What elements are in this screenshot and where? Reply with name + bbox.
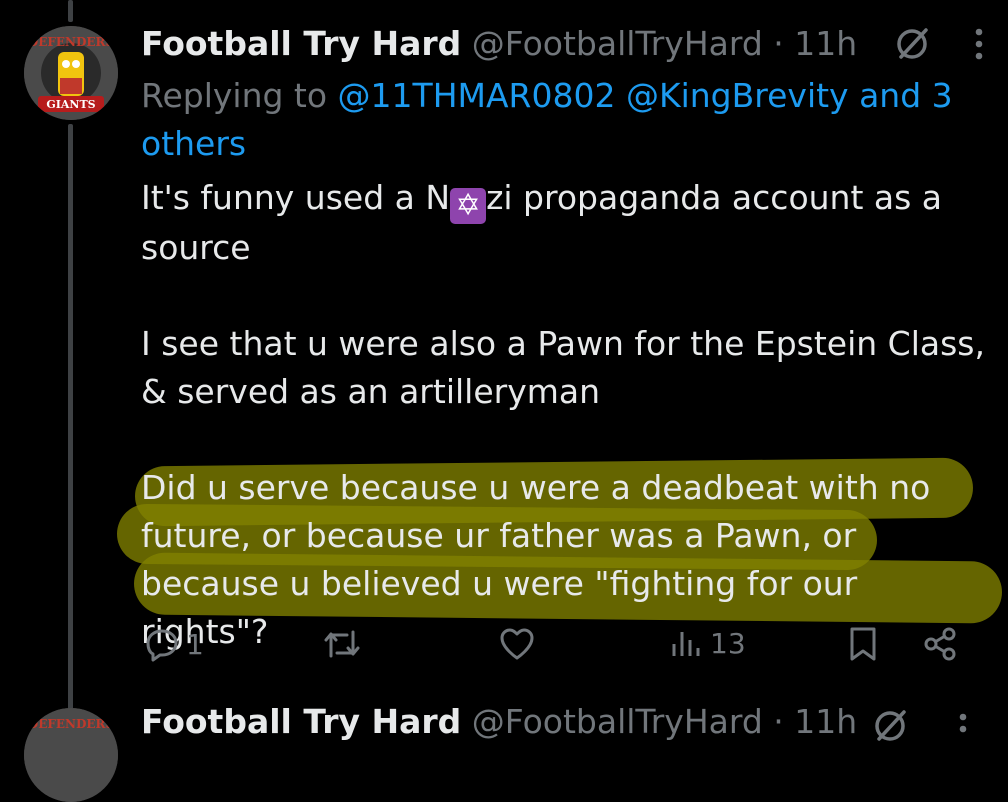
next-slashed-circle-icon[interactable] xyxy=(872,708,908,748)
share-button[interactable] xyxy=(922,626,958,662)
reply-count: 1 xyxy=(186,627,204,661)
thread-line-bottom xyxy=(68,124,73,710)
avatar[interactable]: DEFENDERS GIANTS xyxy=(24,26,118,120)
tweet-text: It's funny used a N ✡ zi propaganda accoun… xyxy=(141,174,991,656)
reply-button[interactable]: 1 xyxy=(144,626,204,662)
next-header-separator: · xyxy=(773,702,784,741)
slashed-circle-icon[interactable] xyxy=(894,26,930,66)
more-vertical-icon[interactable] xyxy=(974,27,984,65)
bookmark-icon xyxy=(848,626,878,662)
replying-to: Replying to @11THMAR0802 @KingBrevity an… xyxy=(141,72,961,168)
bookmark-button[interactable] xyxy=(848,626,878,662)
retweet-button[interactable] xyxy=(322,626,368,662)
next-author-handle[interactable]: @FootballTryHard xyxy=(472,702,763,741)
views-bar-chart-icon xyxy=(670,626,704,660)
thread-line-top xyxy=(68,0,73,22)
share-icon xyxy=(922,626,958,662)
header-separator: · xyxy=(773,24,784,63)
view-count: 13 xyxy=(710,626,746,660)
like-button[interactable] xyxy=(498,626,542,662)
star-of-david-emoji: ✡ xyxy=(450,188,487,224)
avatar-logo-bottom-text: GIANTS xyxy=(46,98,95,111)
replying-prefix: Replying to xyxy=(141,76,328,115)
next-avatar-logo-top-text: DEFENDERS xyxy=(28,717,114,731)
next-author-name[interactable]: Football Try Hard xyxy=(141,702,461,741)
retweet-icon xyxy=(322,626,362,662)
tweet-paragraph-2: I see that u were also a Pawn for the Ep… xyxy=(141,324,985,411)
views-button[interactable]: 13 xyxy=(670,626,746,660)
next-more-vertical-icon[interactable] xyxy=(958,712,968,750)
tweet-paragraph-1: It's funny used a N ✡ zi propaganda accoun… xyxy=(141,178,943,267)
heart-icon xyxy=(498,626,536,662)
next-avatar[interactable]: DEFENDERS xyxy=(24,708,118,802)
next-tweet-header: Football Try Hard @FootballTryHard · 11h xyxy=(141,700,857,744)
next-tweet-time[interactable]: 11h xyxy=(794,702,857,741)
tweet-time[interactable]: 11h xyxy=(794,24,857,63)
reply-bubble-icon xyxy=(144,626,180,662)
author-handle[interactable]: @FootballTryHard xyxy=(472,24,763,63)
header-icons xyxy=(894,26,984,66)
tweet-header: Football Try Hard @FootballTryHard · 11h xyxy=(141,22,857,66)
tweet-actions: 1 13 xyxy=(0,626,1008,676)
author-name[interactable]: Football Try Hard xyxy=(141,24,461,63)
avatar-logo-top-text: DEFENDERS xyxy=(28,35,114,49)
